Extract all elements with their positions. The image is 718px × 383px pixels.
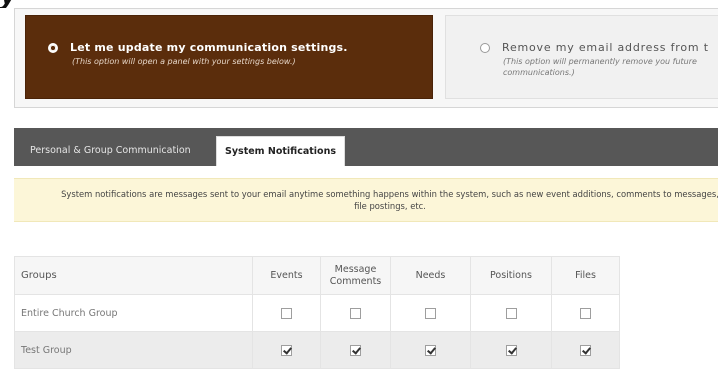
group-name: Test Group	[14, 331, 253, 369]
checkbox-test-group-events[interactable]	[281, 344, 292, 356]
system-notifications-info: System notifications are messages sent t…	[14, 178, 718, 222]
cell-needs	[390, 331, 471, 369]
checkbox-entire-church-positions[interactable]	[505, 307, 517, 319]
info-text: System notifications are messages sent t…	[61, 189, 718, 211]
table-header-row: Groups Events Message Comments Needs Pos…	[14, 256, 620, 295]
events-header: Events	[252, 256, 321, 295]
cell-needs	[390, 294, 471, 332]
cell-events	[252, 331, 321, 369]
communication-tabbar: Personal & Group Communication System No…	[14, 128, 718, 166]
update-settings-radio[interactable]	[48, 43, 58, 53]
tab-system-notifications[interactable]: System Notifications	[216, 136, 345, 166]
checkbox-entire-church-message-comments[interactable]	[350, 307, 361, 319]
cell-files	[551, 331, 620, 369]
update-settings-title: Let me update my communication settings.	[70, 41, 348, 54]
update-settings-option[interactable]: Let me update my communication settings.…	[25, 15, 433, 99]
cell-message-comments	[320, 331, 391, 369]
positions-header: Positions	[470, 256, 552, 295]
cell-positions	[470, 294, 552, 332]
remove-email-subtitle: (This option will permanently remove you…	[503, 57, 697, 77]
update-settings-subtitle: (This option will open a panel with your…	[72, 57, 296, 66]
table-row: Entire Church Group	[14, 294, 620, 332]
cell-message-comments	[320, 294, 391, 332]
cell-events	[252, 294, 321, 332]
page-title-glyphs: y	[0, 0, 18, 8]
checkbox-entire-church-needs[interactable]	[425, 307, 436, 319]
email-options-panel: Let me update my communication settings.…	[14, 8, 718, 108]
groups-header: Groups	[14, 256, 253, 295]
page-title-cutoff: y	[0, 0, 718, 8]
checkbox-entire-church-files[interactable]	[580, 307, 591, 319]
remove-email-title: Remove my email address from t	[502, 41, 709, 54]
cell-positions	[470, 331, 552, 369]
files-header: Files	[551, 256, 620, 295]
message-comments-header: Message Comments	[320, 256, 391, 295]
needs-header: Needs	[390, 256, 471, 295]
cell-files	[551, 294, 620, 332]
checkbox-entire-church-events[interactable]	[281, 307, 292, 319]
checkbox-test-group-positions[interactable]	[505, 344, 517, 356]
checkbox-test-group-needs[interactable]	[425, 344, 436, 356]
tab-personal-group-communication[interactable]: Personal & Group Communication	[22, 136, 199, 166]
checkbox-test-group-message-comments[interactable]	[350, 344, 361, 356]
group-name: Entire Church Group	[14, 294, 253, 332]
notification-settings-table: Groups Events Message Comments Needs Pos…	[14, 256, 620, 369]
checkbox-test-group-files[interactable]	[580, 344, 591, 356]
remove-email-radio[interactable]	[480, 43, 490, 53]
remove-email-option[interactable]: Remove my email address from t (This opt…	[445, 15, 718, 99]
table-row: Test Group	[14, 331, 620, 369]
